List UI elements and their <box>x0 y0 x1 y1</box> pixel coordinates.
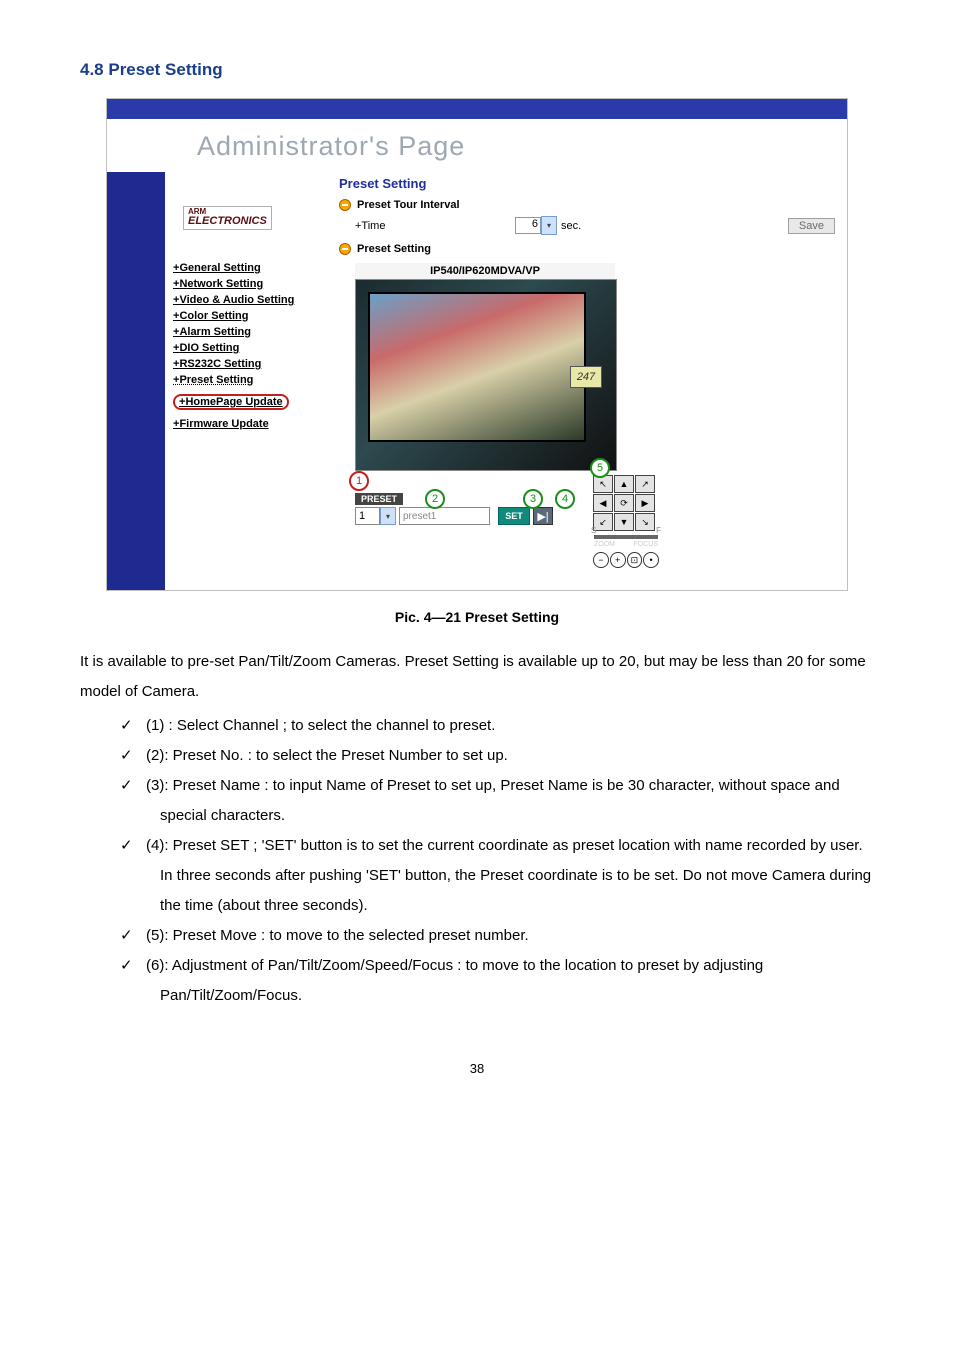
bullet-icon <box>339 243 351 255</box>
focus-far-button[interactable]: • <box>643 552 659 568</box>
ptz-up-button[interactable]: ▲ <box>614 475 634 493</box>
channel-select-value[interactable]: 1 <box>355 507 380 525</box>
brand-logo: ARM ELECTRONICS <box>183 206 272 230</box>
overlay-number: 247 <box>570 366 602 388</box>
admin-page-screenshot: Administrator's Page ARM ELECTRONICS +Ge… <box>106 98 848 591</box>
channel-dropdown-button[interactable] <box>380 507 396 525</box>
feature-checklist: (1) : Select Channel ; to select the cha… <box>120 711 874 1011</box>
preset-name-input[interactable]: preset1 <box>399 507 490 525</box>
time-label: +Time <box>355 220 515 232</box>
callout-3: 3 <box>523 489 543 509</box>
list-item: (6): Adjustment of Pan/Tilt/Zoom/Speed/F… <box>120 951 874 1011</box>
ptz-direction-pad: ↖ ▲ ↗ ◀ ⟳ ▶ ↙ ▼ ↘ <box>593 475 659 531</box>
section-heading: 4.8 Preset Setting <box>80 60 874 80</box>
camera-preview-block: IP540/IP620MDVA/VP 247 5 <box>355 263 615 471</box>
preview-model-label: IP540/IP620MDVA/VP <box>355 263 615 279</box>
save-button[interactable]: Save <box>788 218 835 234</box>
callout-4: 4 <box>555 489 575 509</box>
page-number: 38 <box>80 1061 874 1076</box>
preset-setting-sub-label: Preset Setting <box>357 243 431 255</box>
left-blue-block <box>107 172 165 590</box>
nav-video-audio-setting[interactable]: +Video & Audio Setting <box>173 294 333 306</box>
nav-rs232c-setting[interactable]: +RS232C Setting <box>173 358 333 370</box>
window-titlebar <box>107 99 847 119</box>
zoom-out-button[interactable]: − <box>593 552 609 568</box>
callout-2: 2 <box>425 489 445 509</box>
preset-badge: PRESET <box>355 493 403 505</box>
time-input[interactable]: 6 <box>515 217 541 234</box>
nav-color-setting[interactable]: +Color Setting <box>173 310 333 322</box>
ptz-center-button[interactable]: ⟳ <box>614 494 634 512</box>
ptz-up-left-button[interactable]: ↖ <box>593 475 613 493</box>
list-item: (4): Preset SET ; 'SET' button is to set… <box>120 831 874 921</box>
callout-5: 5 <box>590 458 610 478</box>
preset-tour-interval-row: Preset Tour Interval <box>339 197 839 213</box>
ptz-down-right-button[interactable]: ↘ <box>635 513 655 531</box>
zoom-in-button[interactable]: + <box>610 552 626 568</box>
list-item: (2): Preset No. : to select the Preset N… <box>120 741 874 771</box>
preset-setting-row: Preset Setting <box>339 241 839 257</box>
intro-paragraph: It is available to pre-set Pan/Tilt/Zoom… <box>80 647 874 707</box>
focus-near-button[interactable]: ⊡ <box>627 552 643 568</box>
figure-caption: Pic. 4—21 Preset Setting <box>80 609 874 625</box>
nav-preset-setting[interactable]: +Preset Setting <box>173 374 333 386</box>
callout-1: 1 <box>349 471 369 491</box>
brand-bottom: ELECTRONICS <box>188 215 267 227</box>
speed-slider[interactable] <box>594 535 658 539</box>
nav-general-setting[interactable]: +General Setting <box>173 262 333 274</box>
sec-label: sec. <box>561 220 581 232</box>
preset-tour-interval-label: Preset Tour Interval <box>357 199 460 211</box>
ptz-left-button[interactable]: ◀ <box>593 494 613 512</box>
bullet-icon <box>339 199 351 211</box>
list-item: (1) : Select Channel ; to select the cha… <box>120 711 874 741</box>
page-title: Administrator's Page <box>107 119 847 172</box>
ptz-right-button[interactable]: ▶ <box>635 494 655 512</box>
camera-preview: 247 5 <box>355 279 617 471</box>
nav-firmware-update[interactable]: +Firmware Update <box>173 418 333 430</box>
time-dropdown-button[interactable] <box>541 216 557 235</box>
focus-label: FOCUS <box>634 541 659 548</box>
preset-move-button[interactable]: ▶| <box>533 507 553 525</box>
list-item: (3): Preset Name : to input Name of Pres… <box>120 771 874 831</box>
zoom-label: ZOOM <box>594 541 615 548</box>
panel-title: Preset Setting <box>339 172 839 197</box>
nav-alarm-setting[interactable]: +Alarm Setting <box>173 326 333 338</box>
monitor-screen <box>368 292 586 442</box>
set-button[interactable]: SET <box>498 507 530 525</box>
ptz-up-right-button[interactable]: ↗ <box>635 475 655 493</box>
nav-dio-setting[interactable]: +DIO Setting <box>173 342 333 354</box>
nav-homepage-update[interactable]: +HomePage Update <box>173 394 289 410</box>
ptz-down-button[interactable]: ▼ <box>614 513 634 531</box>
sidebar-nav: ARM ELECTRONICS +General Setting +Networ… <box>165 172 339 590</box>
nav-network-setting[interactable]: +Network Setting <box>173 278 333 290</box>
list-item: (5): Preset Move : to move to the select… <box>120 921 874 951</box>
